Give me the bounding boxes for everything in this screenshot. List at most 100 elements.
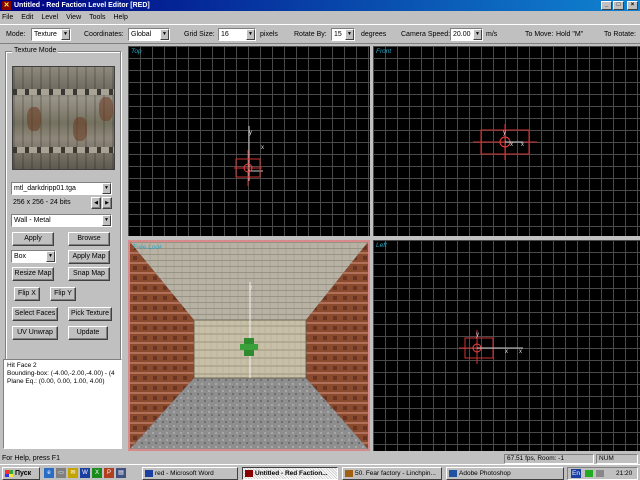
task-winamp[interactable]: 50. Fear factory - Linchpin...	[342, 467, 442, 480]
volume-icon[interactable]	[596, 470, 604, 477]
chevron-down-icon[interactable]: ▼	[102, 215, 111, 226]
flip-y-button[interactable]: Flip Y	[50, 287, 76, 301]
chevron-down-icon[interactable]: ▼	[473, 29, 482, 40]
red-faction-icon[interactable]: ✕	[2, 1, 11, 10]
camera-speed-select[interactable]: 20.00 ▼	[450, 28, 483, 41]
menu-edit[interactable]: Edit	[21, 14, 33, 21]
apply-button[interactable]: Apply	[12, 232, 54, 246]
svg-text:y: y	[503, 130, 506, 136]
task-red-faction[interactable]: Untitled - Red Faction...	[242, 467, 338, 480]
powerpoint-icon[interactable]: P	[104, 468, 114, 478]
texture-name-select[interactable]: mtl_darkdripp01.tga ▼	[11, 182, 112, 195]
browse-button[interactable]: Browse	[68, 232, 110, 246]
top-viewport[interactable]: Top y x	[128, 46, 370, 236]
texture-rust-stain	[73, 117, 87, 141]
language-indicator[interactable]: En	[571, 469, 581, 478]
grid-size-label: Grid Size:	[184, 31, 215, 38]
material-select[interactable]: Wall - Metal ▼	[11, 214, 112, 227]
apply-map-button[interactable]: Apply Map	[68, 250, 110, 264]
resize-map-button[interactable]: Resize Map	[12, 267, 54, 281]
red-faction-icon	[245, 470, 253, 477]
excel-icon[interactable]: X	[92, 468, 102, 478]
status-help: For Help, press F1	[2, 455, 60, 462]
svg-text:y: y	[249, 285, 252, 291]
left-viewport[interactable]: Left y x x	[373, 240, 640, 451]
chevron-down-icon[interactable]: ▼	[102, 183, 111, 194]
update-button[interactable]: Update	[68, 326, 108, 340]
texture-rivet-row	[13, 147, 114, 153]
chevron-down-icon[interactable]: ▼	[160, 29, 169, 40]
task-label: Adobe Photoshop	[459, 470, 511, 477]
start-label: Пуск	[15, 470, 32, 477]
uv-unwrap-button[interactable]: UV Unwrap	[12, 326, 58, 340]
clock[interactable]: 21:20	[616, 468, 632, 479]
to-move-value: Hold "M"	[556, 31, 584, 38]
grid-size-select[interactable]: 16 ▼	[218, 28, 256, 41]
menu-bar: File Edit Level View Tools Help	[0, 11, 640, 23]
network-icon[interactable]	[585, 470, 593, 477]
toolbar: Mode: Texture ▼ Coordinates: Global ▼ Gr…	[0, 24, 640, 44]
svg-text:y: y	[249, 130, 252, 136]
menu-view[interactable]: View	[66, 14, 81, 21]
flip-x-button[interactable]: Flip X	[14, 287, 40, 301]
to-move-label: To Move:	[525, 31, 554, 38]
status-num: NUM	[596, 454, 638, 464]
svg-text:x: x	[510, 142, 513, 148]
texture-info: 256 x 256 - 24 bits	[13, 199, 71, 206]
chevron-down-icon[interactable]: ▼	[246, 29, 255, 40]
rotate-by-select[interactable]: 15 ▼	[331, 28, 355, 41]
task-photoshop[interactable]: Adobe Photoshop	[446, 467, 564, 480]
photoshop-icon	[449, 470, 457, 477]
mode-label: Mode:	[6, 31, 26, 38]
outlook-icon[interactable]: ✉	[68, 468, 78, 478]
chevron-down-icon[interactable]: ▼	[46, 251, 55, 262]
coordinates-label: Coordinates:	[84, 31, 124, 38]
shape-value: Box	[14, 253, 27, 260]
chevron-down-icon[interactable]: ▼	[345, 29, 354, 40]
prev-texture-button[interactable]: ◀	[91, 197, 101, 209]
pick-texture-button[interactable]: Pick Texture	[68, 307, 112, 321]
status-bar: For Help, press F1 67.51 fps, Room: -1 N…	[0, 453, 640, 464]
texture-panel: Texture Mode mtl_darkdripp01.tga ▼ 256 x…	[0, 45, 125, 453]
texture-rivet-row	[13, 89, 114, 95]
grid-size-value: 16	[221, 31, 229, 38]
menu-level[interactable]: Level	[41, 14, 58, 21]
face-info-line: Plane Eq.: (0.00, 0.00, 1.00, 4.00)	[7, 378, 105, 385]
front-viewport-gizmo: x x y	[473, 124, 537, 160]
shape-select[interactable]: Box ▼	[11, 250, 56, 263]
word-icon[interactable]: W	[80, 468, 90, 478]
explorer-icon[interactable]: ▤	[116, 468, 126, 478]
face-info-line: Bounding-box: (-4.00,-2.00,-4.00) - (4	[7, 370, 115, 377]
snap-map-button[interactable]: Snap Map	[68, 267, 110, 281]
rotate-by-label: Rotate By:	[294, 31, 327, 38]
menu-file[interactable]: File	[2, 14, 13, 21]
desktop-icon[interactable]: ▭	[56, 468, 66, 478]
svg-text:x: x	[261, 145, 264, 151]
title-bar[interactable]: ✕ Untitled - Red Faction Level Editor [R…	[0, 0, 640, 11]
arrow-right-icon: ▶	[105, 200, 109, 206]
camera-speed-value: 20.00	[453, 31, 471, 38]
svg-text:x: x	[519, 349, 522, 355]
maximize-button[interactable]: □	[613, 1, 624, 10]
next-texture-button[interactable]: ▶	[102, 197, 112, 209]
menu-help[interactable]: Help	[113, 14, 127, 21]
task-word[interactable]: red - Microsoft Word	[142, 467, 238, 480]
task-label: 50. Fear factory - Linchpin...	[355, 470, 436, 477]
free-look-viewport[interactable]: y Free Look	[128, 240, 370, 451]
menu-tools[interactable]: Tools	[89, 14, 105, 21]
close-button[interactable]: ×	[627, 1, 638, 10]
minimize-button[interactable]: _	[601, 1, 612, 10]
camera-speed-label: Camera Speed:	[401, 31, 451, 38]
coordinates-value: Global	[131, 31, 152, 38]
mode-select[interactable]: Texture ▼	[31, 28, 71, 41]
top-viewport-gizmo: y x	[234, 126, 264, 186]
arrow-left-icon: ◀	[94, 200, 98, 206]
left-viewport-gizmo: y x x	[459, 330, 523, 364]
internet-explorer-icon[interactable]: e	[44, 468, 54, 478]
chevron-down-icon[interactable]: ▼	[61, 29, 70, 40]
coordinates-select[interactable]: Global ▼	[128, 28, 170, 41]
svg-text:y: y	[476, 332, 479, 338]
select-faces-button[interactable]: Select Faces	[12, 307, 58, 321]
front-viewport[interactable]: Front x x y	[373, 46, 640, 236]
start-button[interactable]: Пуск	[2, 467, 40, 480]
